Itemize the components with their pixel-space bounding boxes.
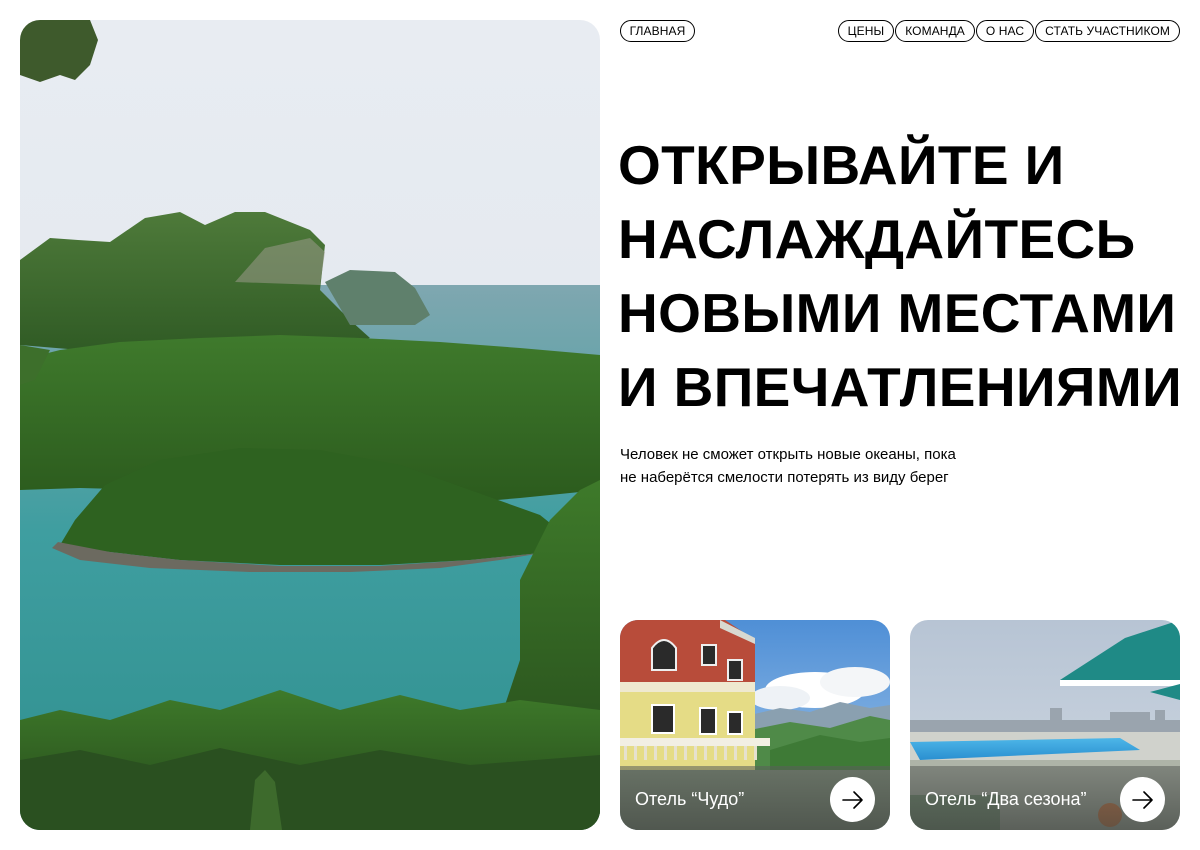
lead-line: Человек не сможет открыть новые океаны, … [620, 446, 956, 463]
nav-link-about[interactable]: О НАС [975, 20, 1035, 42]
hotel-card-dva-sezona[interactable]: Отель “Два сезона” [910, 620, 1180, 830]
headline-line: НОВЫМИ МЕСТАМИ [618, 282, 1177, 344]
page-headline: ОТКРЫВАЙТЕ И НАСЛАЖДАЙТЕСЬ НОВЫМИ МЕСТАМ… [618, 128, 1190, 424]
headline-line: НАСЛАЖДАЙТЕСЬ [618, 208, 1136, 270]
nav-link-prices[interactable]: ЦЕНЫ [837, 20, 895, 42]
nav-link-join[interactable]: СТАТЬ УЧАСТНИКОМ [1035, 20, 1180, 42]
hotel-name: Отель “Два сезона” [925, 789, 1087, 809]
lead-text: Человек не сможет открыть новые океаны, … [620, 443, 1040, 489]
hotel-card-chudo[interactable]: Отель “Чудо” [620, 620, 890, 830]
open-hotel-button[interactable] [830, 777, 875, 822]
arrow-right-icon [841, 790, 863, 809]
arrow-right-icon [1131, 790, 1153, 809]
lead-line: не наберётся смелости потерять из виду б… [620, 469, 949, 486]
open-hotel-button[interactable] [1120, 777, 1165, 822]
hero-image [20, 20, 600, 830]
headline-line: ОТКРЫВАЙТЕ И [618, 134, 1065, 196]
nav-home-link[interactable]: ГЛАВНАЯ [620, 20, 695, 42]
nav-link-team[interactable]: КОМАНДА [895, 20, 975, 42]
top-nav: ЦЕНЫ КОМАНДА О НАС СТАТЬ УЧАСТНИКОМ [837, 20, 1180, 42]
hotel-name: Отель “Чудо” [635, 789, 745, 809]
headline-line: И ВПЕЧАТЛЕНИЯМИ [618, 356, 1183, 418]
